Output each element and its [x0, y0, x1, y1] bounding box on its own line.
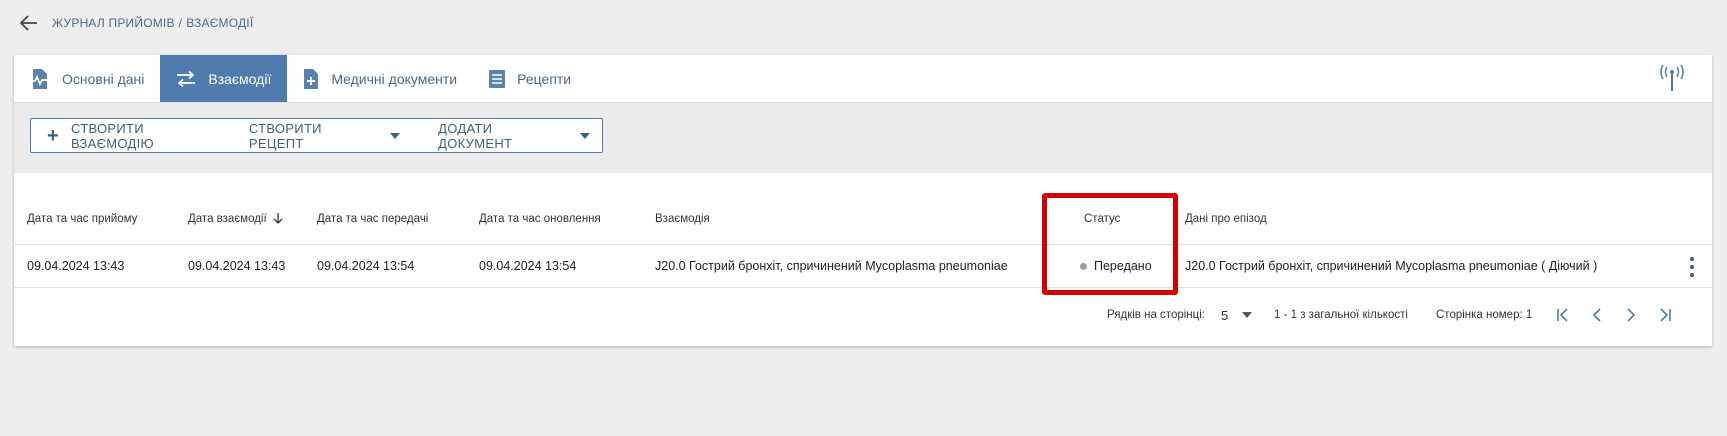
- tab-medical-documents-label: Медичні документи: [331, 70, 458, 87]
- pagination-range: 1 - 1 з загальної кількості: [1274, 309, 1408, 321]
- create-interaction-button[interactable]: + СТВОРИТИ ВЗАЄМОДІЮ: [31, 119, 231, 152]
- rows-per-page-label: Рядків на сторінці:: [1107, 309, 1205, 321]
- plus-icon: +: [47, 124, 59, 147]
- actions-button-group: + СТВОРИТИ ВЗАЄМОДІЮ СТВОРИТИ РЕЦЕПТ ДОД…: [30, 118, 603, 153]
- cell-status: Передано: [1080, 245, 1152, 287]
- header-admission-datetime[interactable]: Дата та час прийому: [27, 173, 137, 244]
- main-card: Основні дані Взаємодії Медичні документи…: [14, 55, 1712, 346]
- tab-prescriptions[interactable]: Рецепти: [473, 55, 587, 102]
- list-document-icon: [489, 69, 506, 88]
- breadcrumb: ЖУРНАЛ ПРИЙОМІВ / ВЗАЄМОДІЇ: [18, 12, 253, 34]
- page-number: Сторінка номер: 1: [1436, 309, 1533, 321]
- interactions-table: Дата та час прийому Дата взаємодії Дата …: [14, 173, 1712, 288]
- actions-area: + СТВОРИТИ ВЗАЄМОДІЮ СТВОРИТИ РЕЦЕПТ ДОД…: [14, 103, 1712, 173]
- header-episode[interactable]: Дані про епізод: [1185, 173, 1267, 244]
- add-document-label: ДОДАТИ ДОКУМЕНТ: [438, 120, 513, 151]
- swap-arrows-icon: [176, 70, 196, 87]
- pagination-nav: [1551, 290, 1677, 340]
- caret-down-icon: [1242, 312, 1253, 318]
- breadcrumb-separator: /: [178, 16, 183, 30]
- cell-transfer-datetime: 09.04.2024 13:54: [317, 259, 415, 273]
- cell-admission-datetime: 09.04.2024 13:43: [27, 259, 125, 273]
- create-prescription-button[interactable]: СТВОРИТИ РЕЦЕПТ: [237, 119, 412, 152]
- back-arrow-icon[interactable]: [18, 12, 40, 34]
- tab-basic-data[interactable]: Основні дані: [14, 55, 160, 102]
- header-transfer-datetime[interactable]: Дата та час передачі: [317, 173, 428, 244]
- first-page-icon[interactable]: [1551, 303, 1575, 327]
- header-status[interactable]: Статус: [1084, 173, 1120, 244]
- pagination: Рядків на сторінці: 5 1 - 1 з загальної …: [14, 290, 1712, 340]
- tab-basic-data-label: Основні дані: [62, 70, 145, 87]
- tab-medical-documents[interactable]: Медичні документи: [287, 55, 473, 102]
- tab-interactions-label: Взаємодії: [208, 70, 272, 87]
- last-page-icon[interactable]: [1653, 303, 1677, 327]
- table-header-row: Дата та час прийому Дата взаємодії Дата …: [14, 173, 1712, 245]
- caret-down-icon: [580, 132, 590, 139]
- signal-antenna-icon[interactable]: [1658, 63, 1686, 93]
- previous-page-icon[interactable]: [1585, 303, 1609, 327]
- tab-interactions[interactable]: Взаємодії: [160, 55, 288, 102]
- cell-interaction: J20.0 Гострий бронхіт, спричинений Mycop…: [655, 259, 1008, 273]
- add-document-button[interactable]: ДОДАТИ ДОКУМЕНТ: [426, 119, 602, 152]
- breadcrumb-current: ВЗАЄМОДІЇ: [186, 16, 254, 30]
- cell-update-datetime: 09.04.2024 13:54: [479, 259, 577, 273]
- cell-episode: J20.0 Гострий бронхіт, спричинений Mycop…: [1185, 259, 1598, 273]
- rows-per-page-value: 5: [1221, 307, 1229, 323]
- table-row[interactable]: 09.04.2024 13:43 09.04.2024 13:43 09.04.…: [14, 245, 1712, 288]
- create-interaction-label: СТВОРИТИ ВЗАЄМОДІЮ: [70, 120, 154, 151]
- rows-per-page-select[interactable]: 5: [1221, 290, 1253, 340]
- header-interaction-date-label: Дата взаємодії: [188, 212, 267, 225]
- status-label: Передано: [1094, 259, 1152, 273]
- next-page-icon[interactable]: [1619, 303, 1643, 327]
- header-interaction[interactable]: Взаємодія: [655, 173, 710, 244]
- header-interaction-date[interactable]: Дата взаємодії: [188, 173, 283, 244]
- caret-down-icon: [390, 132, 401, 139]
- tab-prescriptions-label: Рецепти: [517, 70, 572, 87]
- cell-interaction-date: 09.04.2024 13:43: [188, 259, 286, 273]
- chart-document-icon: [30, 68, 50, 90]
- tab-bar: Основні дані Взаємодії Медичні документи…: [14, 55, 1712, 103]
- sort-down-icon: [273, 213, 283, 224]
- breadcrumb-parent[interactable]: ЖУРНАЛ ПРИЙОМІВ: [52, 16, 175, 30]
- status-dot: [1080, 262, 1087, 270]
- header-update-datetime[interactable]: Дата та час оновлення: [479, 173, 601, 244]
- row-menu-icon[interactable]: [1684, 257, 1700, 277]
- create-prescription-label: СТВОРИТИ РЕЦЕПТ: [248, 120, 322, 151]
- document-add-icon: [303, 68, 319, 89]
